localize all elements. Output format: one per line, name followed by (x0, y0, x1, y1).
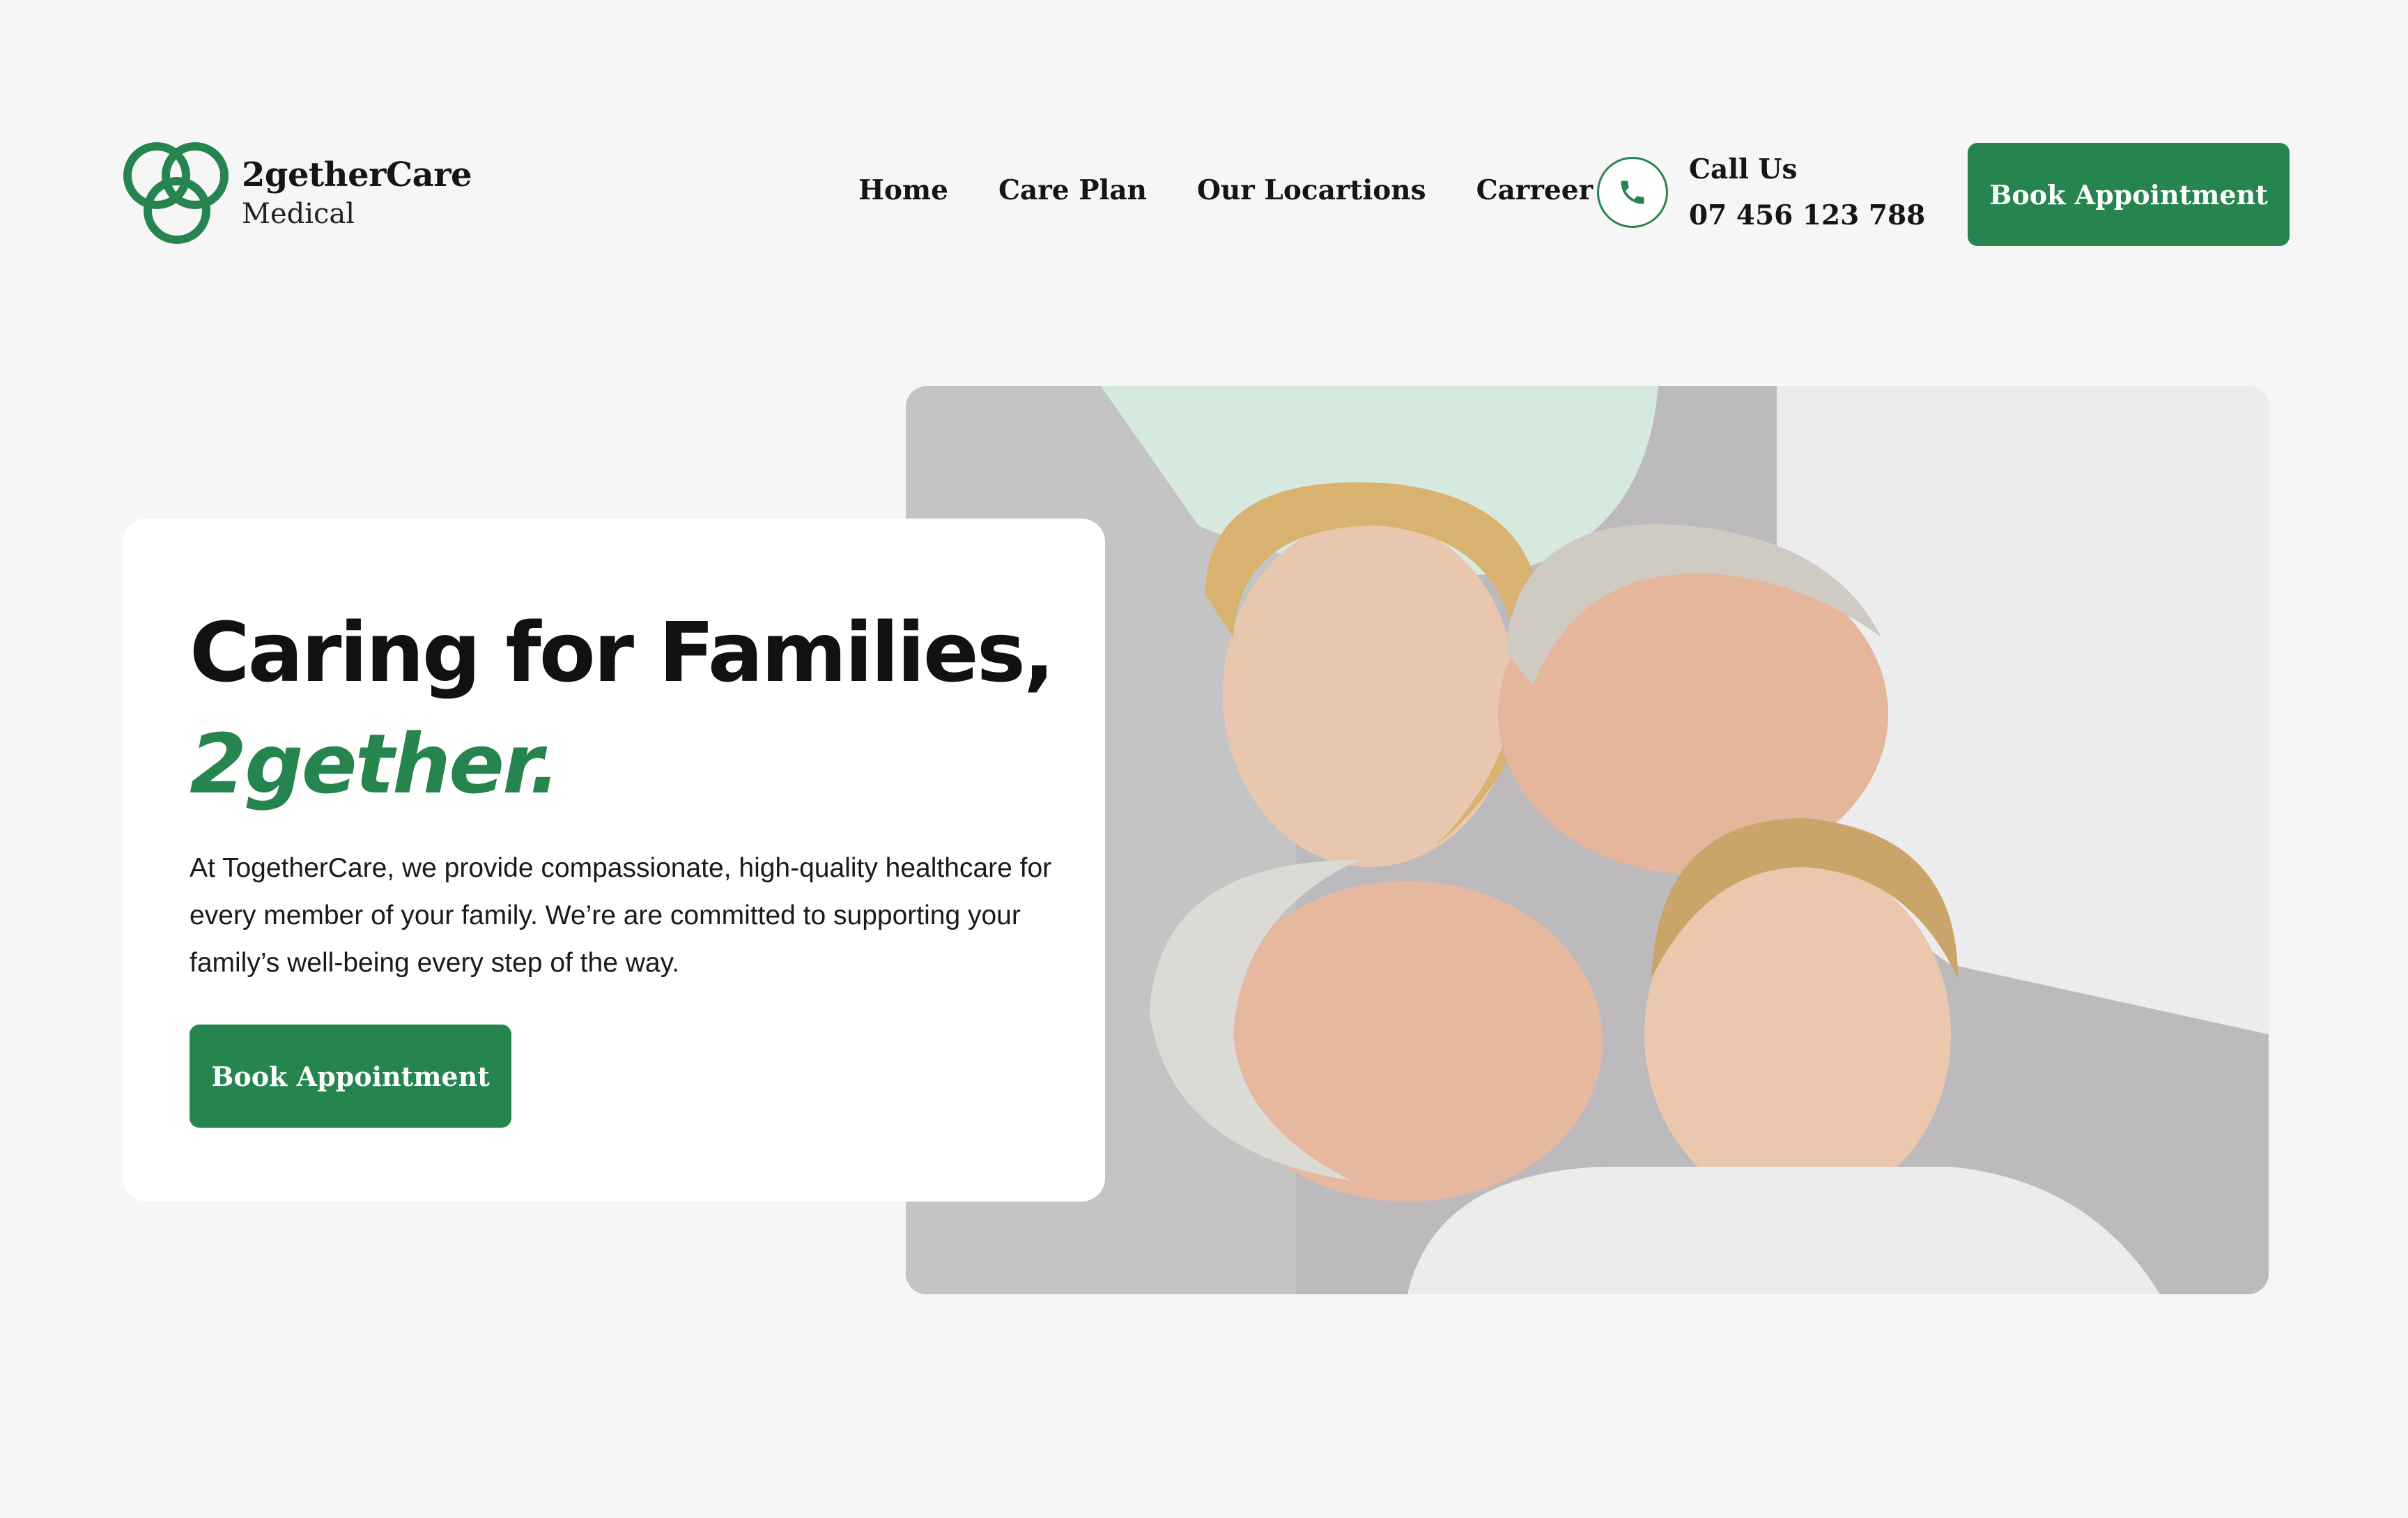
brand-subtitle: Medical (242, 197, 355, 230)
phone-icon-circle (1597, 157, 1668, 228)
nav-care-plan[interactable]: Care Plan (998, 174, 1147, 206)
brand-logo[interactable]: 2getherCare Medical (118, 139, 472, 247)
interlocking-circles-icon (123, 142, 229, 244)
phone-icon (1621, 181, 1644, 204)
brand-text: 2getherCare Medical (242, 155, 472, 233)
hero-title-accent: 2gether. (190, 716, 560, 812)
book-appointment-header-button[interactable]: Book Appointment (1968, 143, 2290, 246)
nav-home[interactable]: Home (858, 174, 948, 206)
book-appointment-hero-button[interactable]: Book Appointment (190, 1025, 511, 1128)
hero-card: Caring for Families, 2gether. At Togethe… (123, 519, 1105, 1202)
page: 2getherCare Medical Home Care Plan Our L… (0, 0, 2408, 1518)
main-nav: Home Care Plan Our Locartions Carreer (858, 174, 1593, 206)
call-us[interactable]: Call Us 07 456 123 788 (1597, 146, 1925, 238)
hero-description: At TogetherCare, we provide compassionat… (190, 853, 1052, 978)
hero-family-photo (906, 386, 2269, 1294)
nav-career[interactable]: Carreer (1476, 174, 1593, 206)
family-photo-illustration (906, 386, 2269, 1294)
hero-title: Caring for Families, (190, 604, 1055, 700)
nav-our-locations[interactable]: Our Locartions (1197, 174, 1426, 206)
call-label: Call Us (1689, 153, 1798, 185)
brand-name: 2getherCare (242, 155, 472, 194)
call-text: Call Us 07 456 123 788 (1689, 146, 1925, 238)
phone-number[interactable]: 07 456 123 788 (1689, 192, 1925, 238)
